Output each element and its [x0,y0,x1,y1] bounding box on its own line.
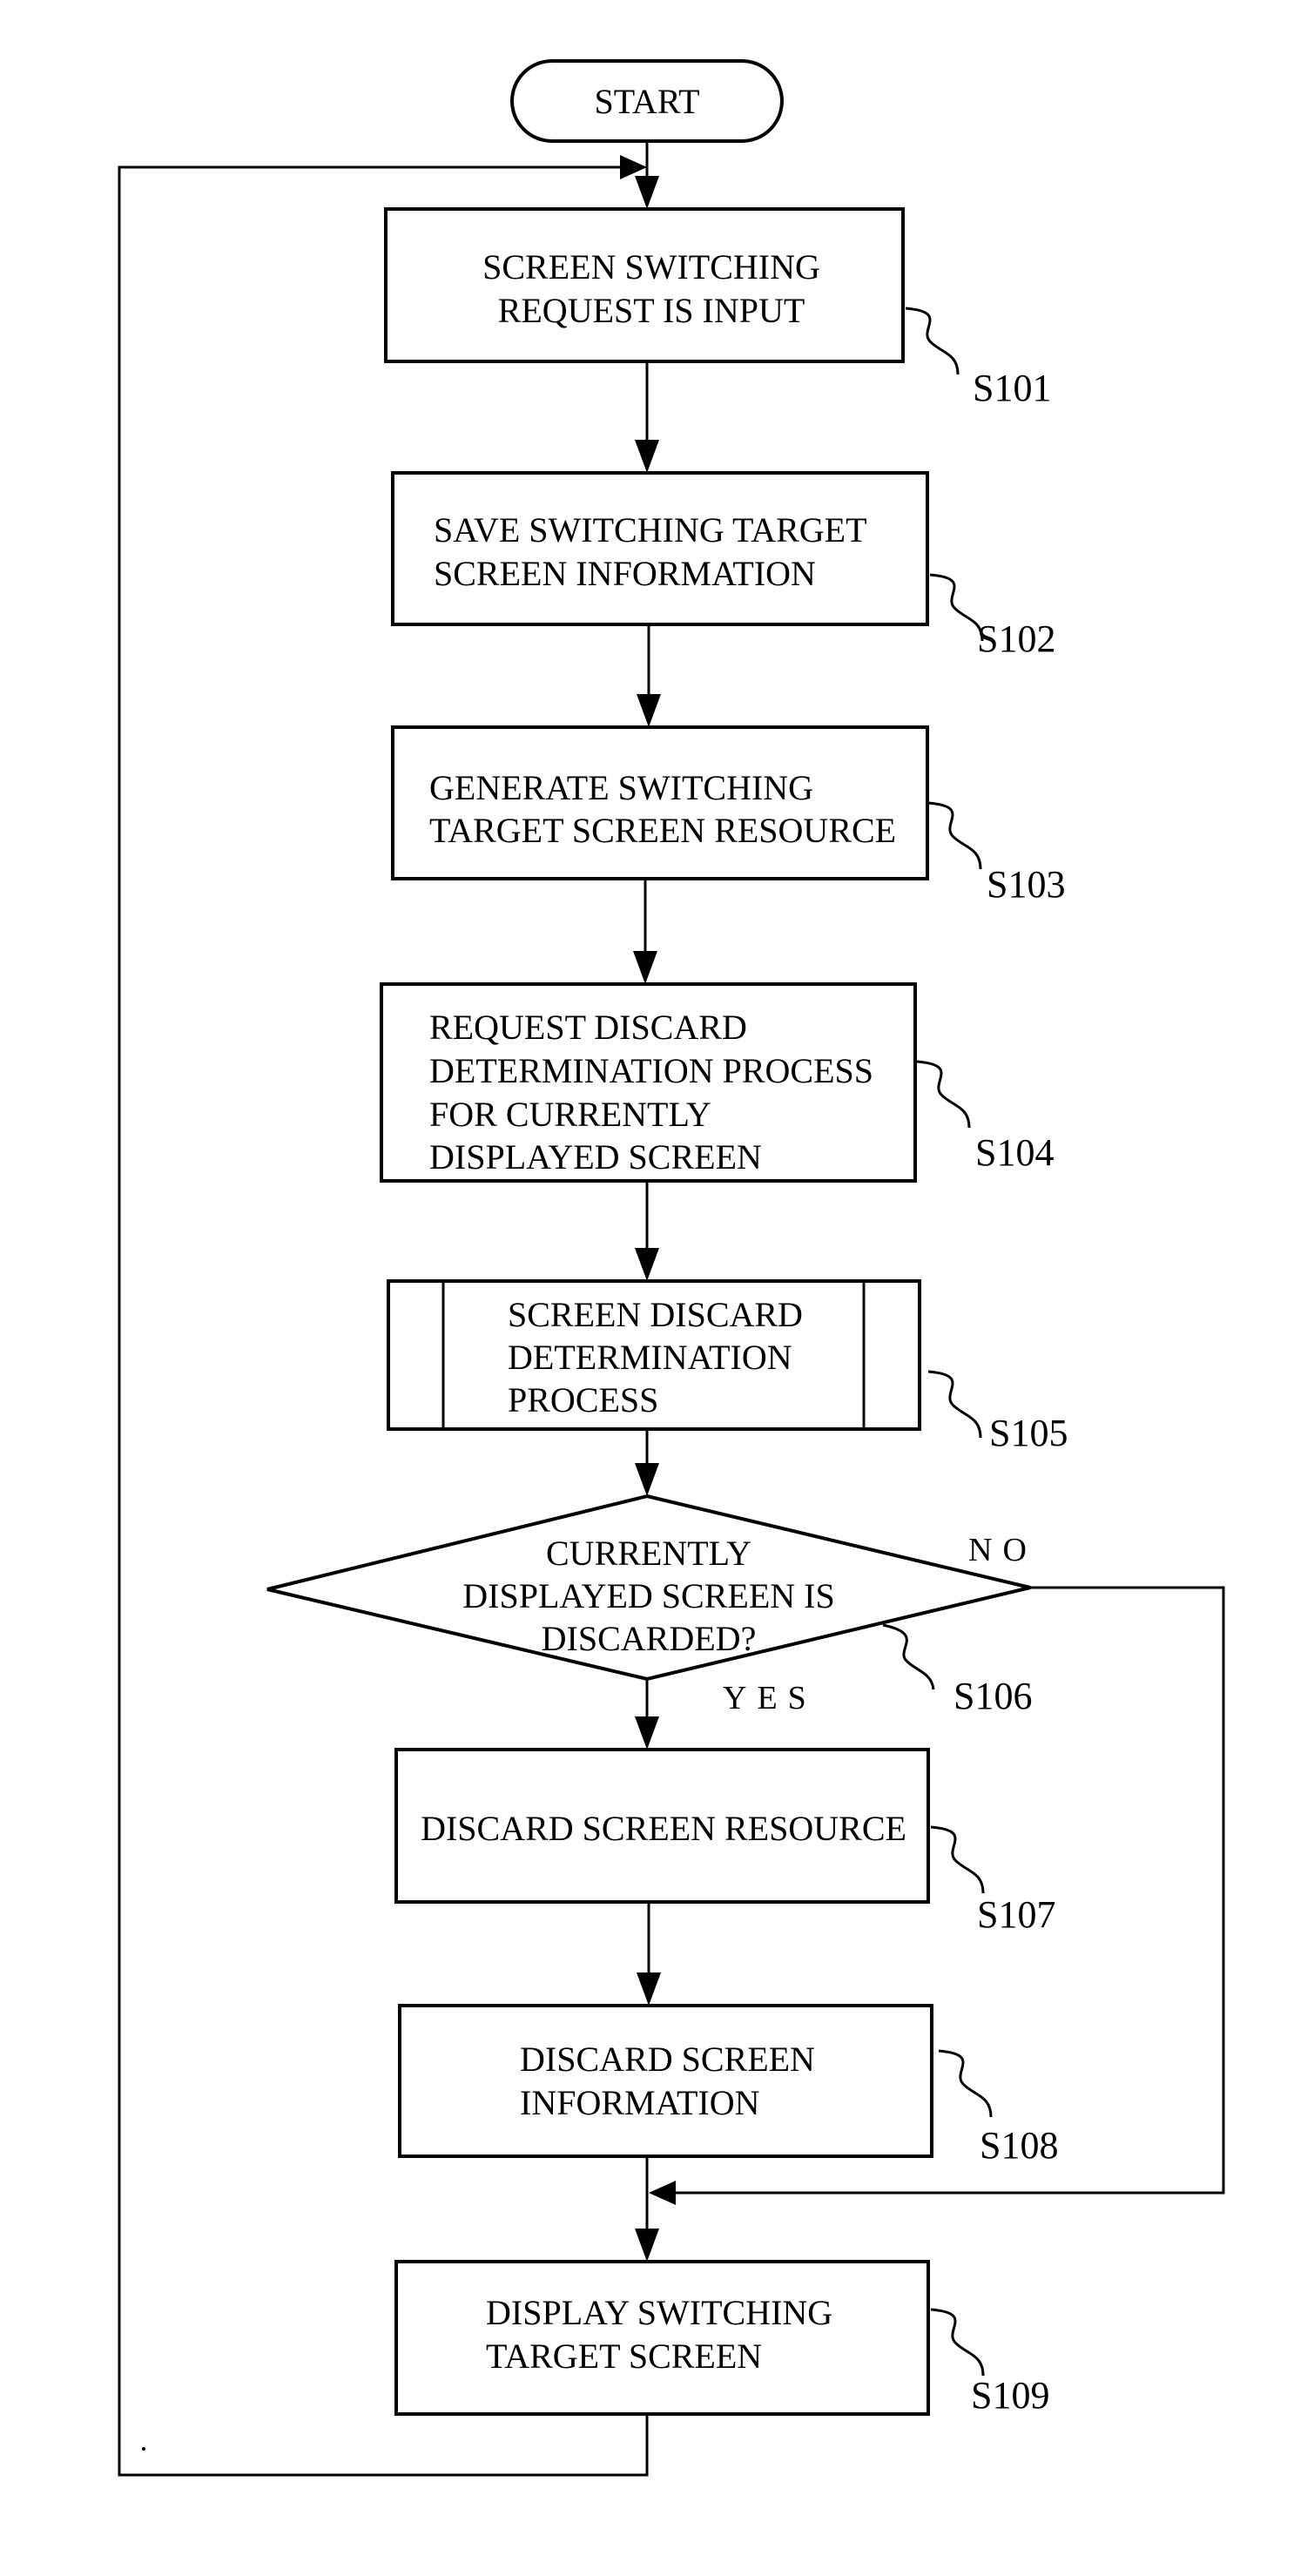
step-text-line: REQUEST DISCARD [429,1008,747,1047]
step-s109: DISPLAY SWITCHING TARGET SCREEN S109 [394,2260,1049,2417]
step-text-line: DETERMINATION PROCESS [429,1051,873,1090]
arrow-head [637,694,661,727]
arrow-head [635,176,659,209]
step-ref-label: S108 [980,2124,1058,2167]
step-ref-leader [929,573,984,642]
step-text-line: TARGET SCREEN RESOURCE [429,811,896,850]
step-text-line: GENERATE SWITCHING [429,768,813,807]
step-ref-leader [905,307,960,375]
decision-text-line: CURRENTLY [546,1534,751,1573]
flowchart: START SCREEN SWITCHING REQUEST IS INPUT … [118,59,1225,2477]
step-ref-leader [882,1623,935,1690]
arrow-head [635,440,659,473]
stray-dot [142,2447,145,2451]
step-text-line: SCREEN SWITCHING [482,247,820,287]
step-ref-label: S106 [953,1675,1032,1717]
step-s105: SCREEN DISCARD DETERMINATION PROCESS S10… [387,1279,1068,1454]
step-text-line: TARGET SCREEN [486,2337,762,2376]
step-text-line: PROCESS [508,1380,658,1419]
arrow-head [635,1463,659,1496]
decision-text-line: DISCARDED? [542,1619,757,1658]
start-label: START [594,82,699,121]
start-terminal: START [510,59,784,143]
step-text-line: DISCARD SCREEN [520,2040,815,2079]
step-text-line: DISCARD SCREEN RESOURCE [421,1809,906,1848]
step-ref-leader [916,1060,971,1129]
step-text-line: FOR CURRENTLY [429,1095,711,1134]
arrow-head [635,1248,659,1281]
step-ref-leader [930,1825,985,1894]
step-ref-label: S102 [977,617,1055,660]
step-text-line: SAVE SWITCHING TARGET [434,510,867,550]
step-ref-label: S103 [987,863,1065,906]
arrow-head [635,1716,659,1750]
step-ref-leader [930,2308,985,2377]
yes-branch-label: YES [723,1680,817,1716]
step-ref-leader [938,2049,993,2118]
step-text-line: DISPLAY SWITCHING [486,2293,832,2332]
step-text-line: INFORMATION [520,2083,760,2122]
arrow-head [635,2229,659,2262]
step-ref-label: S104 [975,1131,1054,1174]
step-s102: SAVE SWITCHING TARGET SCREEN INFORMATION… [391,471,1055,660]
step-text-line: SCREEN INFORMATION [434,554,816,593]
step-s104: REQUEST DISCARD DETERMINATION PROCESS FO… [380,982,1054,1183]
step-text-line: REQUEST IS INPUT [498,291,805,330]
step-ref-label: S101 [973,367,1051,409]
step-ref-label: S109 [971,2374,1049,2417]
step-text-line: SCREEN DISCARD [508,1295,803,1334]
step-ref-label: S107 [977,1893,1055,1936]
step-s108: DISCARD SCREEN INFORMATION S108 [398,2004,1058,2167]
loop-arrow-head [620,155,647,179]
no-branch-label: NO [968,1532,1037,1568]
step-s107: DISCARD SCREEN RESOURCE S107 [394,1748,1055,1936]
decision-text-line: DISPLAYED SCREEN IS [462,1576,834,1615]
no-arrow-head [649,2181,676,2205]
decision-s106: CURRENTLY DISPLAYED SCREEN IS DISCARDED?… [266,1494,1037,1717]
step-s103: GENERATE SWITCHING TARGET SCREEN RESOURC… [391,725,1065,906]
step-ref-label: S105 [989,1412,1068,1454]
step-ref-leader [927,801,982,870]
arrow-head [637,1972,661,2006]
step-text-line: DETERMINATION [508,1338,792,1377]
step-s101: SCREEN SWITCHING REQUEST IS INPUT S101 [384,207,1051,409]
step-ref-leader [927,1370,982,1439]
step-text-line: DISPLAYED SCREEN [429,1137,762,1177]
arrow-head [633,951,657,984]
